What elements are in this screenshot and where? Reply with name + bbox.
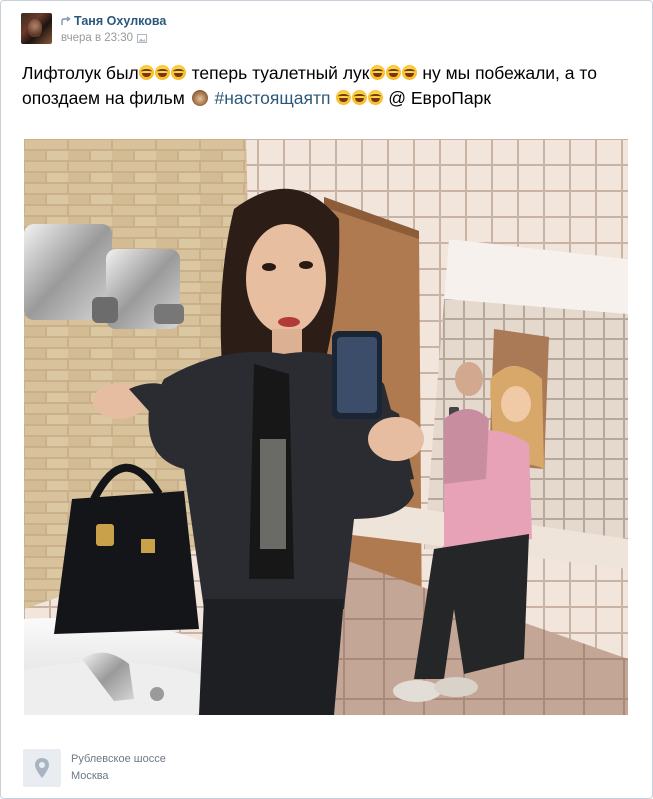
tears-of-joy-emoji — [171, 65, 187, 80]
tears-of-joy-emoji — [139, 65, 155, 80]
post-text: Лифтолук был теперь туалетный лук ну мы … — [22, 61, 622, 111]
location-city: Москва — [71, 770, 109, 782]
photo-icon — [137, 33, 148, 43]
map-thumbnail[interactable] — [23, 749, 61, 787]
author-avatar[interactable] — [21, 13, 52, 44]
post-card: Таня Охулкова вчера в 23:30 Лифтолук был… — [0, 0, 653, 799]
post-photo[interactable] — [24, 139, 628, 715]
time-row: вчера в 23:30 — [61, 30, 166, 46]
post-text-part-1: Лифтолук был — [22, 63, 139, 83]
mirror-selfie-photo — [24, 139, 628, 715]
location-text: Рублевское шоссе Москва — [71, 751, 166, 785]
tears-of-joy-emoji — [155, 65, 171, 80]
tears-of-joy-emoji — [369, 65, 385, 80]
author-row: Таня Охулкова — [61, 13, 166, 29]
post-header: Таня Охулкова вчера в 23:30 — [21, 13, 166, 47]
tears-of-joy-emoji — [367, 90, 383, 105]
repost-arrow-icon — [61, 16, 71, 25]
post-meta: Таня Охулкова вчера в 23:30 — [61, 13, 166, 46]
tears-of-joy-emoji — [335, 90, 351, 105]
post-time[interactable]: вчера в 23:30 — [61, 30, 133, 46]
tears-of-joy-emoji — [351, 90, 367, 105]
author-name-link[interactable]: Таня Охулкова — [74, 13, 166, 29]
tears-of-joy-emoji — [385, 65, 401, 80]
location-street[interactable]: Рублевское шоссе — [71, 751, 166, 768]
location-block[interactable]: Рублевское шоссе Москва — [23, 749, 166, 787]
tears-of-joy-emoji — [401, 65, 417, 80]
hashtag-link[interactable]: #настоящаятп — [214, 88, 330, 108]
post-text-part-4: @ ЕвроПарк — [383, 88, 491, 108]
map-pin-icon — [35, 758, 49, 778]
post-text-part-2: теперь туалетный лук — [186, 63, 370, 83]
see-no-evil-monkey-emoji — [191, 90, 208, 106]
